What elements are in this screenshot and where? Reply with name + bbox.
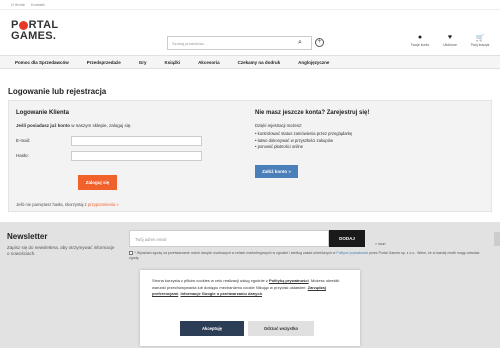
heart-icon: ♥: [447, 34, 453, 41]
cookie-banner: Strona korzysta z plików cookies w celu …: [140, 270, 360, 346]
reject-cookies-button[interactable]: Odrzuć wszystko: [248, 321, 314, 336]
user-icon: ●: [417, 34, 423, 41]
nav-item-games[interactable]: Gry: [139, 60, 147, 65]
register-button[interactable]: Załóż konto »: [255, 165, 298, 178]
cart-link[interactable]: 🛒 Twój koszyk: [469, 34, 491, 47]
search-placeholder: Szukaj produktów...: [172, 40, 207, 46]
email-label: E-mail:: [16, 138, 31, 143]
newsletter-email-input[interactable]: Twój adres email: [129, 230, 329, 247]
list-item: ponowić płatności online: [255, 144, 475, 149]
topbar-link-about[interactable]: O firmie: [11, 2, 25, 7]
search-input[interactable]: Szukaj produktów...: [167, 36, 312, 50]
page-title: Logowanie lub rejestracja: [8, 87, 107, 96]
topbar-link-contact[interactable]: Kontakt: [31, 2, 45, 7]
login-column: Logowanie Klienta Jeśli posiadasz już ko…: [16, 110, 246, 207]
nav-item-preorders[interactable]: Przedsprzedaże: [87, 60, 121, 65]
search-icon[interactable]: ⌕: [298, 39, 302, 47]
nav-item-books[interactable]: Książki: [165, 60, 181, 65]
account-link[interactable]: ● Twoje konto: [409, 34, 431, 47]
top-bar: O firmie Kontakt: [0, 0, 500, 10]
nav-item-reprint[interactable]: Czekamy na dodruk: [238, 60, 281, 65]
benefits-list: kontrolować status zamówienia przez prze…: [255, 131, 475, 149]
header: P RTAL GAMES. Szukaj produktów... ⌕ + ● T…: [0, 10, 500, 50]
newsletter-add-button[interactable]: DODAJ: [329, 230, 365, 247]
forgot-password: Jeśli nie pamiętasz hasła, skorzystaj z …: [16, 202, 119, 207]
login-title: Logowanie Klienta: [16, 110, 70, 116]
user-links: ● Twoje konto ♥ Ulubione 🛒 Twój koszyk: [409, 34, 491, 47]
password-label: Hasło:: [16, 153, 29, 158]
side-tab[interactable]: [494, 232, 500, 246]
forgot-password-link[interactable]: przypomnienia »: [88, 202, 119, 207]
list-item: kontrolować status zamówienia przez prze…: [255, 131, 475, 136]
portal-games-logo[interactable]: P RTAL GAMES.: [11, 20, 58, 42]
consent-checkbox[interactable]: [129, 251, 133, 255]
login-panel: Logowanie Klienta Jeśli posiadasz już ko…: [8, 100, 492, 212]
register-subtitle: Dzięki rejestracji możesz:: [255, 123, 303, 128]
cart-icon: 🛒: [475, 35, 485, 42]
google-data-link[interactable]: Informacje Google o przetwarzaniu danych: [180, 291, 262, 296]
favorites-link[interactable]: ♥ Ulubione: [439, 34, 461, 47]
privacy-policy-link[interactable]: Polityce prywatności: [336, 251, 368, 255]
register-title: Nie masz jeszcze konta? Zarejestruj się!: [255, 110, 370, 116]
cookie-text: Strona korzysta z plików cookies w celu …: [152, 278, 340, 296]
email-field[interactable]: [71, 135, 202, 146]
newsletter-unsubscribe[interactable]: » usuń: [375, 242, 386, 246]
login-button[interactable]: Zaloguj się: [78, 175, 117, 190]
password-field[interactable]: [71, 150, 202, 161]
nav-item-accessories[interactable]: Akcesoria: [198, 60, 220, 65]
list-item: łatwo dokonywać w przyszłości zakupów: [255, 138, 475, 143]
nav-item-seller-help[interactable]: Pomoc dla Sprzedawców: [15, 60, 69, 65]
register-column: Nie masz jeszcze konta? Zarejestruj się!…: [255, 110, 475, 178]
consent-text: * Wyrażam zgodę na przetwarzanie moich d…: [129, 251, 480, 260]
newsletter-desc: Zapisz się do newslettera, aby otrzymywa…: [7, 245, 115, 256]
main-nav: Pomoc dla Sprzedawców Przedsprzedaże Gry…: [0, 55, 500, 69]
cookie-privacy-link[interactable]: Polityką prywatności: [269, 278, 309, 283]
accept-cookies-button[interactable]: Akceptuję: [180, 321, 244, 336]
login-intro: Jeśli posiadasz już konto w naszym sklep…: [16, 123, 132, 128]
plus-circle-icon[interactable]: +: [315, 38, 324, 47]
nav-item-english[interactable]: Anglojęzyczne: [298, 60, 329, 65]
newsletter-title: Newsletter: [7, 232, 48, 241]
